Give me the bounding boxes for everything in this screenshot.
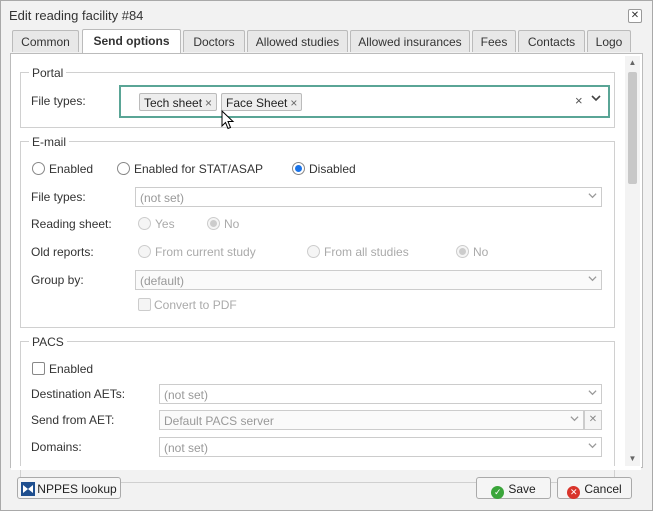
tag-remove-icon[interactable]: ×	[205, 96, 212, 110]
email-stat-label: Enabled for STAT/ASAP	[134, 162, 263, 176]
scroll-thumb[interactable]	[628, 72, 637, 184]
send-from-aet-select[interactable]: Default PACS server	[159, 410, 584, 430]
old-reports-current-label: From current study	[155, 245, 256, 259]
chevron-down-icon[interactable]	[591, 93, 601, 106]
clear-icon[interactable]: ×	[575, 93, 583, 108]
domains-placeholder: (not set)	[164, 441, 209, 455]
reading-sheet-no-radio[interactable]	[207, 217, 220, 230]
tab-allowed-insurances[interactable]: Allowed insurances	[350, 30, 470, 52]
send-from-aet-clear-icon[interactable]: ✕	[584, 410, 602, 430]
portal-legend: Portal	[29, 66, 67, 80]
group-by-placeholder: (default)	[140, 274, 185, 288]
email-legend: E-mail	[29, 135, 70, 149]
chevron-down-icon	[588, 191, 597, 203]
old-reports-current-radio[interactable]	[138, 245, 151, 258]
cancel-label: Cancel	[584, 482, 622, 496]
send-from-aet-placeholder: Default PACS server	[164, 414, 274, 428]
reading-sheet-yes-label: Yes	[155, 217, 175, 231]
check-icon: ✓	[491, 486, 505, 499]
content-scrollbar[interactable]: ▲ ▼	[625, 56, 640, 466]
reading-sheet-label: Reading sheet:	[31, 217, 112, 231]
nppes-lookup-button[interactable]: NPPES lookup	[17, 477, 121, 499]
portal-file-types-label: File types:	[31, 94, 86, 108]
tag-face-sheet: Face Sheet ×	[221, 93, 303, 111]
send-from-aet-label: Send from AET:	[31, 413, 115, 427]
destination-aets-placeholder: (not set)	[164, 388, 209, 402]
email-enabled-label: Enabled	[49, 162, 94, 176]
reading-sheet-yes-radio[interactable]	[138, 217, 151, 230]
tag-label: Tech sheet	[144, 96, 203, 110]
group-by-select[interactable]: (default)	[135, 270, 602, 290]
email-disabled-label: Disabled	[309, 162, 356, 176]
destination-aets-select[interactable]: (not set)	[159, 384, 602, 404]
chevron-down-icon	[588, 388, 597, 400]
dialog-titlebar[interactable]: Edit reading facility #84 ✕	[1, 1, 652, 29]
domains-label: Domains:	[31, 440, 82, 454]
old-reports-label: Old reports:	[31, 245, 94, 259]
email-file-types-select[interactable]: (not set)	[135, 187, 602, 207]
scroll-up-icon[interactable]: ▲	[625, 56, 640, 70]
group-by-label: Group by:	[31, 273, 84, 287]
tag-remove-icon[interactable]: ×	[290, 96, 297, 110]
tab-contacts[interactable]: Contacts	[518, 30, 585, 52]
close-icon[interactable]: ✕	[628, 9, 642, 23]
cancel-button[interactable]: ✕ Cancel	[557, 477, 632, 499]
tab-common[interactable]: Common	[12, 30, 79, 52]
content-clip	[11, 466, 641, 470]
scroll-down-icon[interactable]: ▼	[625, 452, 640, 466]
portal-file-types-select[interactable]: Tech sheet × Face Sheet × ×	[119, 85, 610, 118]
convert-pdf-label: Convert to PDF	[154, 298, 237, 312]
old-reports-no-label: No	[473, 245, 489, 259]
pacs-legend: PACS	[29, 335, 67, 349]
domains-select[interactable]: (not set)	[159, 437, 602, 457]
convert-pdf-checkbox[interactable]	[138, 298, 151, 311]
pacs-enabled-checkbox[interactable]	[32, 362, 45, 375]
tab-doctors[interactable]: Doctors	[183, 30, 245, 52]
tab-allowed-studies[interactable]: Allowed studies	[247, 30, 348, 52]
old-reports-all-radio[interactable]	[307, 245, 320, 258]
nppes-lookup-label: NPPES lookup	[37, 482, 117, 496]
save-button[interactable]: ✓ Save	[476, 477, 551, 499]
email-enabled-radio[interactable]	[32, 162, 45, 175]
cancel-icon: ✕	[567, 486, 581, 499]
save-label: Save	[508, 482, 536, 496]
tag-label: Face Sheet	[226, 96, 288, 110]
tag-tech-sheet: Tech sheet ×	[139, 93, 218, 111]
dialog-title: Edit reading facility #84	[9, 8, 144, 23]
tab-logo[interactable]: Logo	[587, 30, 631, 52]
email-file-types-placeholder: (not set)	[140, 191, 185, 205]
nppes-icon	[21, 482, 36, 496]
old-reports-no-radio[interactable]	[456, 245, 469, 258]
tab-fees[interactable]: Fees	[472, 30, 516, 52]
pacs-enabled-label: Enabled	[49, 362, 94, 376]
destination-aets-label: Destination AETs:	[31, 387, 126, 401]
chevron-down-icon	[588, 274, 597, 286]
tab-send-options[interactable]: Send options	[82, 29, 181, 53]
reading-sheet-no-label: No	[224, 217, 240, 231]
email-disabled-radio[interactable]	[292, 162, 305, 175]
chevron-down-icon	[570, 414, 579, 426]
email-file-types-label: File types:	[31, 190, 86, 204]
chevron-down-icon	[588, 441, 597, 453]
mouse-cursor-icon	[221, 110, 235, 130]
email-stat-radio[interactable]	[117, 162, 130, 175]
old-reports-all-label: From all studies	[324, 245, 409, 259]
